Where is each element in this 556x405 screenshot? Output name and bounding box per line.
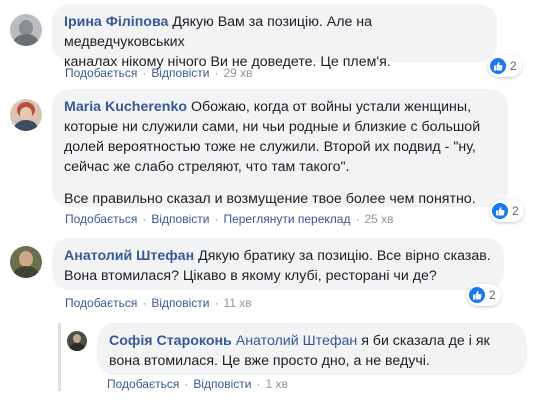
avatar[interactable] xyxy=(67,331,87,351)
comment-text: Вона втомилася? Цікаво в якому клубі, ре… xyxy=(64,268,437,284)
reaction-number: 2 xyxy=(489,288,496,302)
comment-text: Дякую братику за позицію. Все вірно сказ… xyxy=(198,248,491,264)
avatar[interactable] xyxy=(10,99,42,131)
comment-actions: Подобається · Відповісти · 11 хв xyxy=(65,296,252,310)
comment-text: Обожаю, когда от войны устали женщины, xyxy=(190,99,472,115)
comment-actions: Подобається · Відповісти · Переглянути перек… xyxy=(65,212,394,226)
reply-bubble: Софія Староконь Анатолий Штефан я би ска… xyxy=(97,323,527,375)
reply-text: вона втомилася. Це вже просто дно, а не … xyxy=(109,353,430,369)
like-link[interactable]: Подобається xyxy=(65,212,137,226)
reply-link[interactable]: Відповісти xyxy=(151,66,209,80)
comment-text: долей вероятностью тоже не служили. Втор… xyxy=(64,139,476,155)
see-translation-link[interactable]: Переглянути переклад xyxy=(223,212,350,226)
timestamp[interactable]: 1 хв xyxy=(265,377,287,391)
avatar[interactable] xyxy=(10,246,42,278)
reply-mention[interactable]: Анатолий Штефан xyxy=(236,333,358,349)
like-link[interactable]: Подобається xyxy=(65,66,137,80)
comment-author[interactable]: Анатолий Штефан xyxy=(64,248,194,264)
comment-text: сейчас же слабо стреляют, что там такого… xyxy=(64,159,350,175)
comment-bubble: Анатолий Штефан Дякую братику за позицію… xyxy=(52,238,504,290)
reaction-number: 2 xyxy=(512,204,519,218)
reaction-number: 2 xyxy=(510,59,517,73)
reply-link[interactable]: Відповісти xyxy=(193,377,251,391)
thumbs-up-icon xyxy=(469,287,485,303)
comment-actions: Подобається · Відповісти · 29 хв xyxy=(65,66,253,80)
comment-author[interactable]: Ірина Філіпова xyxy=(64,14,168,30)
avatar[interactable] xyxy=(10,14,42,46)
thumbs-up-icon xyxy=(490,58,506,74)
like-link[interactable]: Подобається xyxy=(107,377,179,391)
thumbs-up-icon xyxy=(492,203,508,219)
reply-link[interactable]: Відповісти xyxy=(151,212,209,226)
reply-actions: Подобається · Відповісти · 1 хв xyxy=(107,377,288,391)
reaction-count[interactable]: 2 xyxy=(467,284,501,306)
reply-author[interactable]: Софія Староконь xyxy=(109,333,232,349)
comment-bubble: Ірина Філіпова Дякую Вам за позицію. Але… xyxy=(52,4,497,70)
comment-bubble: Maria Kucherenko Обожаю, когда от войны … xyxy=(52,89,508,207)
comment-author[interactable]: Maria Kucherenko xyxy=(64,99,187,115)
reaction-count[interactable]: 2 xyxy=(488,55,522,77)
comment-text: Все правильно сказал и возмущение твое б… xyxy=(64,191,476,207)
comment-text: которые ни служили сами, ни чьи родные и… xyxy=(64,119,481,135)
reply-text: я би сказала де і як xyxy=(361,333,490,349)
like-link[interactable]: Подобається xyxy=(65,296,137,310)
timestamp[interactable]: 11 хв xyxy=(223,296,251,310)
reply-thread-line xyxy=(58,323,61,391)
reaction-count[interactable]: 2 xyxy=(490,200,524,222)
timestamp[interactable]: 25 хв xyxy=(364,212,393,226)
timestamp[interactable]: 29 хв xyxy=(223,66,252,80)
reply-link[interactable]: Відповісти xyxy=(151,296,209,310)
